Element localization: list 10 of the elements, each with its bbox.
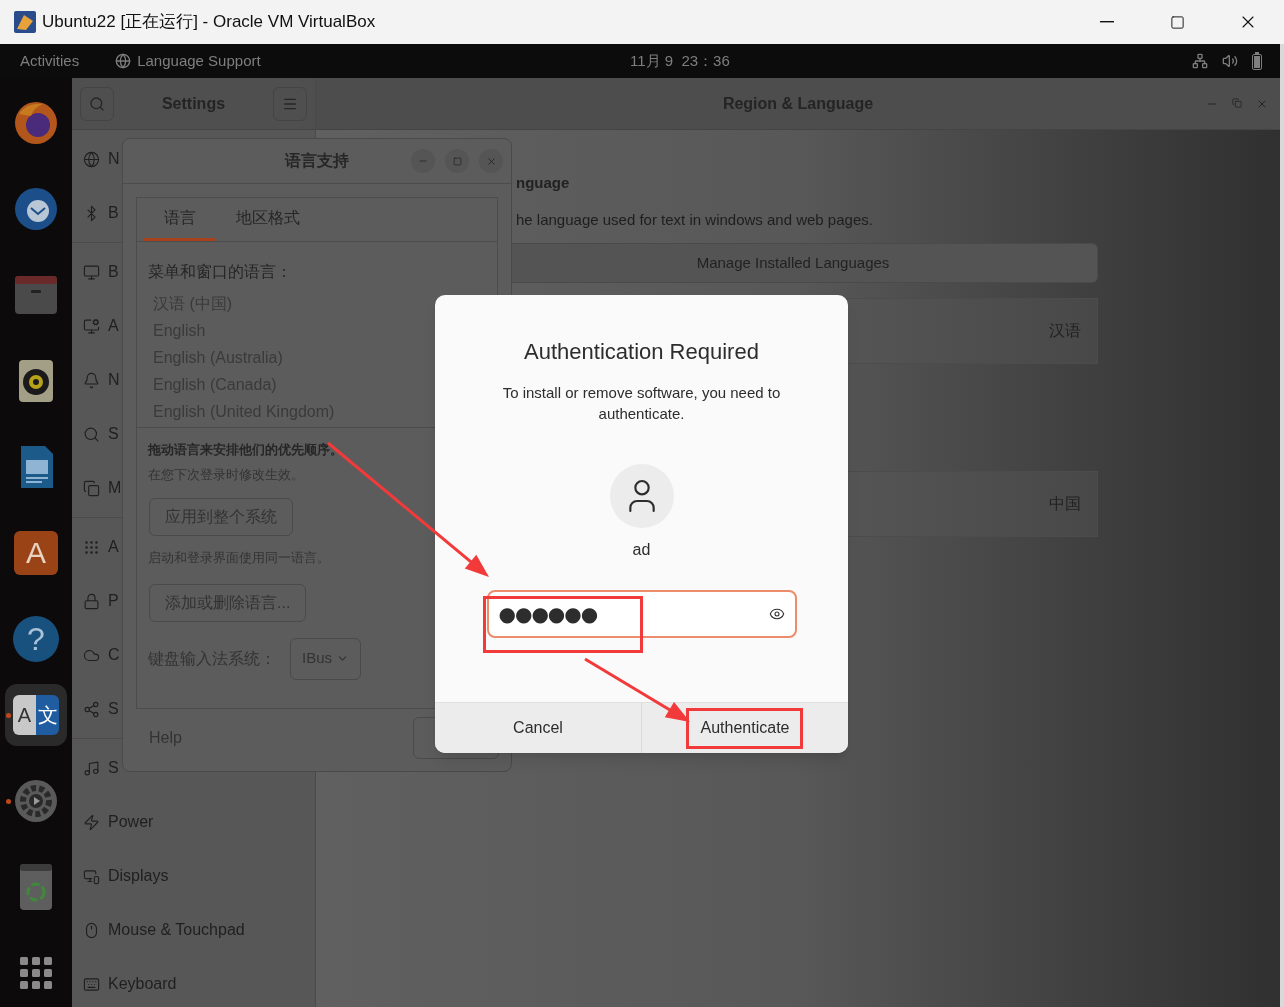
dialog-message: To install or remove software, you need to authenticate. (501, 383, 782, 424)
dialog-title: Authentication Required (524, 338, 759, 366)
section-title: nguage (516, 173, 571, 193)
section-description: he language used for text in windows and web pages. (516, 209, 874, 230)
language-icon-half: A (13, 695, 36, 735)
window-title: Ubuntu22 [正在运行] - Oracle VM VirtualBox (42, 11, 376, 34)
icon-glyph: ? (27, 623, 45, 655)
icon-glyph: A (26, 538, 46, 568)
language-icon-half: 文 (36, 695, 59, 735)
user-name: ad (632, 540, 651, 560)
